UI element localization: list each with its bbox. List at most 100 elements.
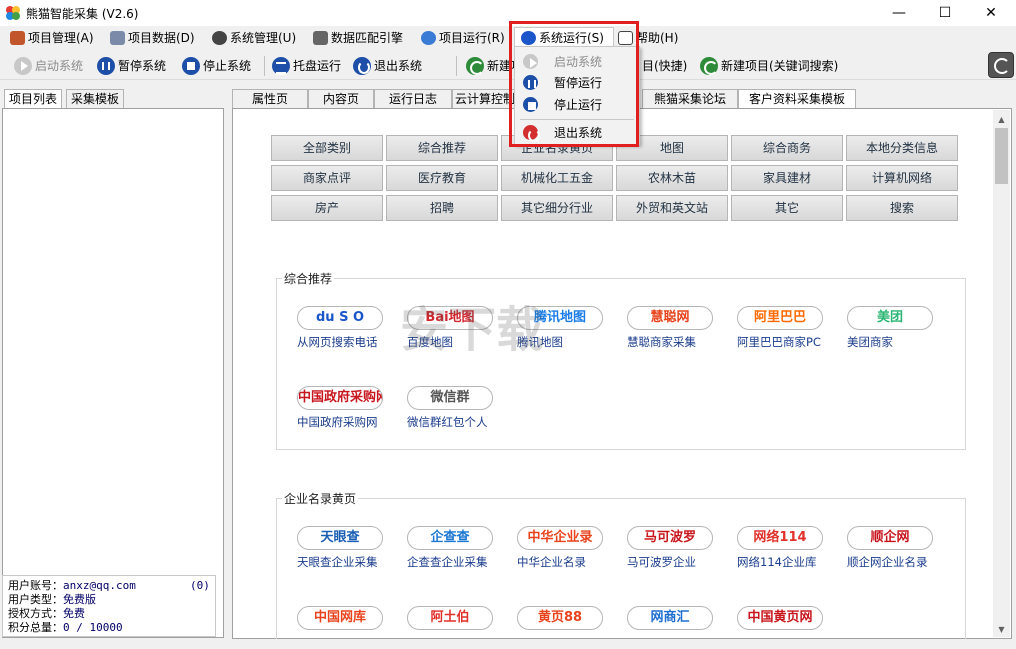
auth-label: 授权方式： [8, 607, 63, 620]
category-button[interactable]: 其它细分行业 [501, 195, 613, 221]
tab-forum[interactable]: 熊猫采集论坛 [642, 89, 738, 109]
scrollbar-thumb[interactable] [995, 128, 1008, 184]
category-button[interactable]: 商家点评 [271, 165, 383, 191]
close-button[interactable]: ✕ [968, 0, 1014, 26]
site-name: 慧聪商家采集 [627, 335, 696, 349]
points-value: 0 / 10000 [63, 621, 123, 634]
site-logo: 中国网库 [297, 606, 383, 630]
site-tile[interactable]: 顺企网 顺企网企业名录 [847, 526, 947, 572]
tab-project-list[interactable]: 项目列表 [4, 89, 63, 109]
site-logo: 网络114 [737, 526, 823, 550]
site-tile[interactable]: 中国政府采购网 中国政府采购网 [297, 386, 397, 432]
site-logo: 企查查 [407, 526, 493, 550]
site-tile[interactable]: 天眼查天眼查企业采集 [297, 526, 397, 572]
scroll-up-icon[interactable]: ▲ [995, 113, 1008, 126]
project-list-panel[interactable] [2, 108, 224, 638]
menu-project-run[interactable]: 项目运行(R) [421, 29, 505, 47]
site-tile[interactable]: 网商汇 [627, 606, 727, 649]
category-button[interactable]: 招聘 [386, 195, 498, 221]
category-button[interactable]: 房产 [271, 195, 383, 221]
stop-system-button[interactable]: 停止系统 [182, 56, 251, 76]
site-logo: 天眼查 [297, 526, 383, 550]
site-logo: 中国黄页网 [737, 606, 823, 630]
toolbar-separator [456, 56, 457, 76]
category-button[interactable]: 本地分类信息 [846, 135, 958, 161]
vertical-scrollbar[interactable] [993, 110, 1010, 637]
toolbar: 启动系统 暂停系统 停止系统 托盘运行 退出系统 新建项 目(快捷) 新建项目(… [0, 50, 1016, 80]
exit-system-button[interactable]: 退出系统 [353, 56, 422, 76]
menu-project-data[interactable]: 项目数据(D) [110, 29, 195, 47]
category-button[interactable]: 农林木苗 [616, 165, 728, 191]
site-tile[interactable]: 微信群微信群红包个人 [407, 386, 507, 432]
tab-customer-template[interactable]: 客户资料采集模板 [738, 89, 856, 110]
category-button[interactable]: 医疗教育 [386, 165, 498, 191]
left-tab-bar: 项目列表 采集模板 [2, 89, 224, 109]
category-button[interactable]: 全部类别 [271, 135, 383, 161]
tab-property-page[interactable]: 属性页 [232, 89, 308, 109]
site-logo: 网商汇 [627, 606, 713, 630]
site-name: 网络114企业库 [737, 555, 817, 569]
tray-run-button[interactable]: 托盘运行 [272, 56, 341, 76]
site-name: 从网页搜索电话 [297, 335, 378, 349]
site-tile[interactable]: 企查查企查查企业采集 [407, 526, 507, 572]
start-system-button[interactable]: 启动系统 [14, 56, 83, 76]
app-logo-icon [6, 6, 20, 20]
maximize-button[interactable]: ☐ [922, 0, 968, 26]
category-button[interactable]: 家具建材 [731, 165, 843, 191]
section-recommend-title: 综合推荐 [282, 270, 335, 287]
points-label: 积分总量： [8, 621, 63, 634]
site-tile[interactable]: du S O 从网页搜索电话 [297, 306, 397, 352]
power-icon [353, 57, 371, 75]
menu-project-manage[interactable]: 项目管理(A) [10, 29, 94, 47]
site-name: 阿里巴巴商家PC [737, 335, 821, 349]
menu-system-manage[interactable]: 系统管理(U) [212, 29, 296, 47]
site-name: 中华企业名录 [517, 555, 586, 569]
category-button[interactable]: 搜索 [846, 195, 958, 221]
site-name: 顺企网企业名录 [847, 555, 928, 569]
site-logo: du S O [297, 306, 383, 330]
site-logo: 阿里巴巴 [737, 306, 823, 330]
category-button[interactable]: 综合推荐 [386, 135, 498, 161]
tab-collect-template[interactable]: 采集模板 [66, 89, 125, 109]
category-button[interactable]: 机械化工五金 [501, 165, 613, 191]
site-name: 企查查企业采集 [407, 555, 488, 569]
site-tile[interactable]: 慧聪网 慧聪商家采集 [627, 306, 727, 352]
category-button[interactable]: 外贸和英文站 [616, 195, 728, 221]
site-tile[interactable]: 马可波罗 马可波罗企业 [627, 526, 727, 572]
site-logo: 微信群 [407, 386, 493, 410]
site-logo: 黄页88 [517, 606, 603, 630]
category-button[interactable]: 其它 [731, 195, 843, 221]
site-tile[interactable]: 阿土伯 [407, 606, 507, 649]
tab-content-page[interactable]: 内容页 [308, 89, 374, 109]
category-button[interactable]: 综合商务 [731, 135, 843, 161]
category-button[interactable]: 计算机网络 [846, 165, 958, 191]
site-tile[interactable]: 中国黄页网 [737, 606, 837, 649]
site-tile[interactable]: 阿里巴巴阿里巴巴商家PC [737, 306, 837, 352]
tab-run-log[interactable]: 运行日志 [374, 89, 452, 109]
site-name: 马可波罗企业 [627, 555, 696, 569]
gear-icon [212, 31, 227, 45]
site-tile[interactable]: 中国网库 [297, 606, 397, 649]
refresh-icon[interactable] [988, 52, 1014, 78]
watermark: 安下载 [400, 302, 545, 358]
user-info-panel: 用户账号：anxz@qq.com (0) 用户类型：免费版 授权方式：免费 积分… [2, 575, 216, 637]
account-value: anxz@qq.com [63, 579, 136, 592]
highlight-box [509, 21, 639, 147]
tray-icon [272, 57, 290, 75]
site-tile[interactable]: 中华企业录 中华企业名录 [517, 526, 617, 572]
new-project-fast-button[interactable]: 目(快捷) [642, 56, 687, 76]
site-name: 天眼查企业采集 [297, 555, 378, 569]
site-tile[interactable]: 网络114 网络114企业库 [737, 526, 837, 572]
site-tile[interactable]: 黄页88 [517, 606, 617, 649]
site-name: 中国政府采购网 [297, 415, 378, 429]
site-name: 微信群红包个人 [407, 415, 488, 429]
minimize-button[interactable]: — [876, 0, 922, 26]
site-logo: 慧聪网 [627, 306, 713, 330]
menu-bar: 项目管理(A) 项目数据(D) 系统管理(U) 数据匹配引擎 项目运行(R) 帮… [0, 26, 1016, 50]
menu-data-match-engine[interactable]: 数据匹配引擎 [313, 29, 403, 47]
site-tile[interactable]: 美团 美团商家 [847, 306, 947, 352]
globe-icon [421, 31, 436, 45]
scroll-down-icon[interactable]: ▼ [995, 623, 1008, 636]
new-project-keyword-button[interactable]: 新建项目(关键词搜索) [700, 56, 838, 76]
pause-system-button[interactable]: 暂停系统 [97, 56, 166, 76]
